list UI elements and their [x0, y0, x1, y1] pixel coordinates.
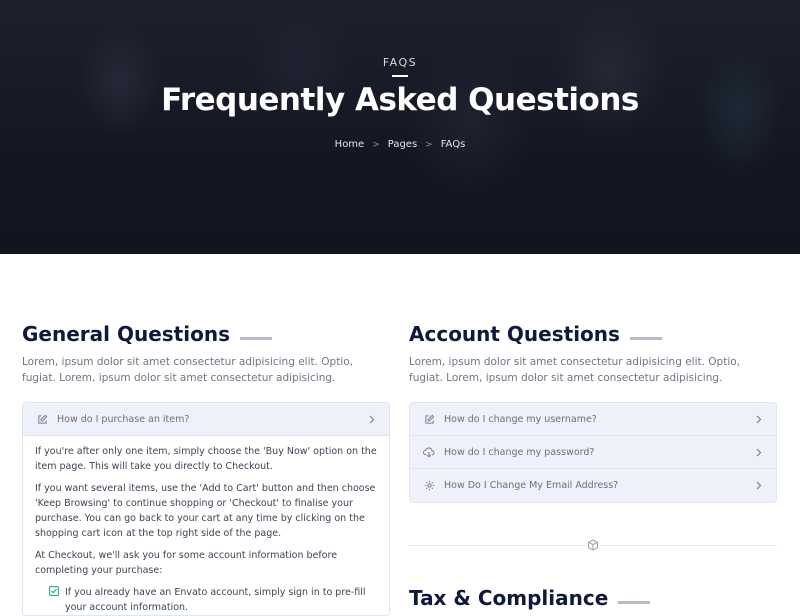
account-questions-section: Account Questions Lorem, ipsum dolor sit…	[409, 322, 777, 503]
answer-paragraph: If you're after only one item, simply ch…	[35, 446, 377, 472]
accordion-item-purchase[interactable]: How do I purchase an item?	[23, 403, 389, 436]
accordion-item-email[interactable]: How Do I Change My Email Address?	[410, 469, 776, 502]
heading-underline	[618, 600, 651, 604]
accordion-question: How do I purchase an item?	[57, 413, 190, 425]
tax-compliance-heading: Tax & Compliance	[409, 586, 651, 610]
section-heading: Account Questions	[409, 322, 777, 346]
accordion-question: How Do I Change My Email Address?	[444, 480, 619, 491]
general-questions-section: General Questions Lorem, ipsum dolor sit…	[22, 322, 390, 616]
accordion-answer: If you're after only one item, simply ch…	[23, 436, 389, 615]
hero-overlay	[0, 0, 800, 254]
section-heading: General Questions	[22, 322, 390, 346]
accordion-item-username[interactable]: How do I change my username?	[410, 403, 776, 436]
breadcrumb-separator-icon: >	[372, 140, 380, 150]
accordion-question: How do I change my password?	[444, 446, 595, 458]
tax-compliance-title: Tax & Compliance	[409, 586, 609, 610]
breadcrumb-current: FAQs	[440, 139, 466, 150]
general-questions-title: General Questions	[22, 322, 230, 346]
answer-paragraph: If you want several items, use the 'Add …	[35, 483, 376, 539]
answer-checklist-item: If you already have an Envato account, s…	[35, 585, 377, 615]
page-hero: FAQS Frequently Asked Questions Home > Pag…	[0, 0, 800, 254]
gear-icon	[422, 479, 436, 493]
accordion-question: How do I change my username?	[444, 413, 597, 425]
account-accordion: How do I change my username? How do I ch…	[409, 402, 777, 503]
chevron-right-icon	[754, 414, 764, 424]
edit-icon	[422, 412, 436, 426]
general-accordion: How do I purchase an item? If you're aft…	[22, 402, 390, 616]
breadcrumb-separator-icon: >	[425, 140, 433, 150]
hero-eyebrow: FAQS	[382, 56, 418, 69]
checklist-text: If you already have an Envato account, s…	[65, 587, 366, 613]
breadcrumb-pages[interactable]: Pages	[388, 139, 417, 150]
breadcrumb-home[interactable]: Home	[335, 139, 365, 150]
answer-paragraph: At Checkout, we'll ask you for some acco…	[35, 550, 338, 576]
accordion-item-password[interactable]: How do I change my password?	[410, 436, 776, 469]
chevron-right-icon	[754, 447, 764, 457]
page-title: Frequently Asked Questions	[161, 82, 639, 118]
box-icon	[585, 537, 601, 553]
chevron-right-icon	[367, 414, 377, 424]
heading-underline	[239, 336, 272, 340]
section-lead: Lorem, ipsum dolor sit amet consectetur …	[22, 356, 354, 384]
section-lead: Lorem, ipsum dolor sit amet consectetur …	[409, 356, 741, 384]
account-questions-title: Account Questions	[409, 322, 620, 346]
chevron-right-icon	[754, 481, 764, 491]
edit-icon	[35, 412, 49, 426]
cloud-download-icon	[422, 445, 436, 459]
heading-underline	[629, 336, 662, 340]
breadcrumb: Home > Pages > FAQs	[0, 139, 800, 150]
check-square-icon	[49, 586, 59, 615]
eyebrow-underline	[392, 75, 408, 77]
